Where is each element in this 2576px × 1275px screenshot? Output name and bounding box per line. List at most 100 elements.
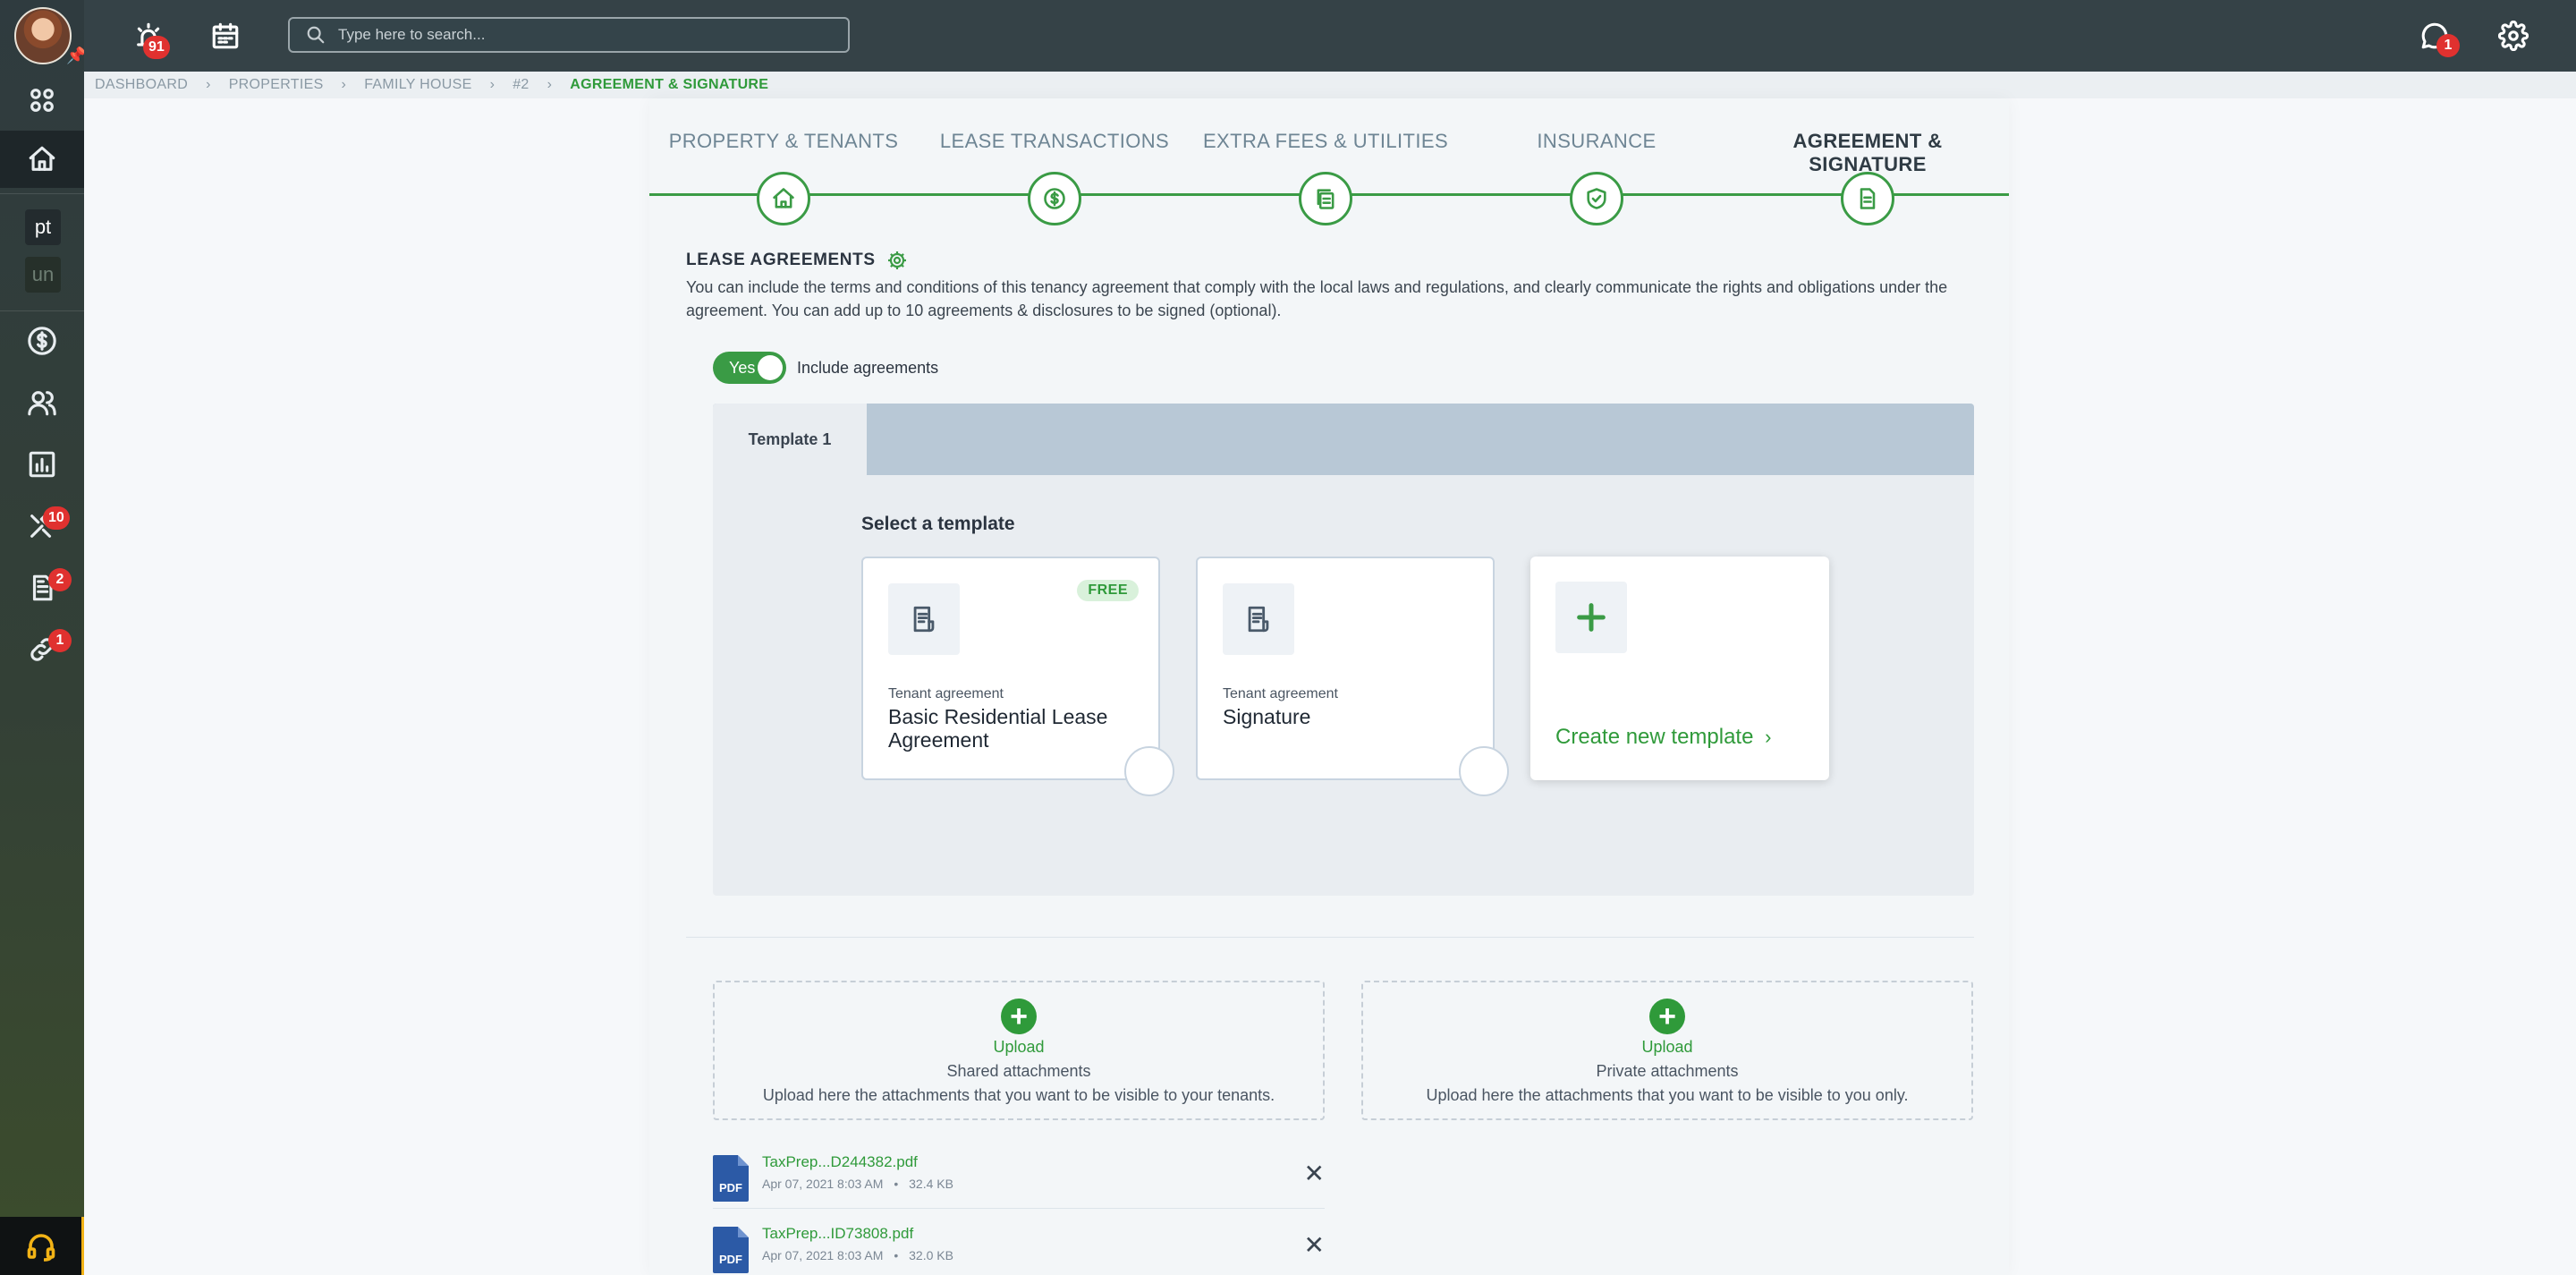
dot-separator: • xyxy=(894,1248,899,1262)
plus-icon xyxy=(1577,603,1606,632)
headset-icon xyxy=(27,1233,55,1262)
attachment-name[interactable]: TaxPrep...D244382.pdf xyxy=(762,1153,918,1171)
step-property-tenants[interactable] xyxy=(757,172,810,225)
template-panel: Template 1 Select a template FREE Tenant… xyxy=(713,404,1974,896)
attachment-date: Apr 07, 2021 8:03 AM xyxy=(762,1248,884,1262)
upload-description: Upload here the attachments that you wan… xyxy=(1426,1086,1909,1104)
free-badge: FREE xyxy=(1077,580,1139,601)
document-icon xyxy=(1860,188,1876,209)
step-property-tenants-label[interactable]: PROPERTY & TENANTS xyxy=(649,130,918,153)
alerts-badge: 91 xyxy=(143,36,170,59)
template-card-signature[interactable]: Tenant agreement Signature xyxy=(1196,557,1509,796)
lease-description: You can include the terms and conditions… xyxy=(686,278,1948,319)
attachment-divider xyxy=(713,1208,1325,1209)
step-insurance[interactable] xyxy=(1570,172,1623,225)
search-input[interactable] xyxy=(338,26,839,44)
gear-icon xyxy=(2498,21,2529,51)
step-lease-transactions-label[interactable]: LEASE TRANSACTIONS xyxy=(920,130,1189,153)
sidebar-item-documents[interactable] xyxy=(0,559,84,616)
include-agreements-toggle[interactable]: Yes xyxy=(713,352,786,384)
breadcrumb-family-house[interactable]: FAMILY HOUSE xyxy=(364,77,471,93)
chevron-right-icon: › xyxy=(341,77,347,92)
include-agreements-label: Include agreements xyxy=(797,358,939,377)
template-card-basic-lease[interactable]: FREE Tenant agreement Basic Residential … xyxy=(861,557,1174,796)
tools-badge: 10 xyxy=(43,506,70,530)
documents-badge: 2 xyxy=(48,568,72,591)
links-badge: 1 xyxy=(48,629,72,652)
template-radio[interactable] xyxy=(1459,746,1509,796)
create-template-card[interactable]: Create new template › xyxy=(1530,557,1829,780)
attachment-size: 32.4 KB xyxy=(909,1177,953,1191)
sidebar-item-links[interactable] xyxy=(0,621,84,678)
upload-plus-icon: + xyxy=(1649,999,1685,1034)
sidebar: 📌 pt un 10 2 1 xyxy=(0,0,86,1275)
settings-button[interactable] xyxy=(2494,16,2533,55)
sidebar-item-people[interactable] xyxy=(0,374,84,431)
upload-title: Shared attachments xyxy=(946,1062,1091,1080)
create-template-label: Create new template xyxy=(1555,725,1754,749)
tab-template-1[interactable]: Template 1 xyxy=(713,404,867,475)
breadcrumb-properties[interactable]: PROPERTIES xyxy=(229,77,324,93)
chevron-right-icon: › xyxy=(489,77,496,92)
step-extra-fees-label[interactable]: EXTRA FEES & UTILITIES xyxy=(1191,130,1460,153)
sidebar-item-reports[interactable] xyxy=(0,436,84,493)
upload-private-attachments[interactable]: + Upload Private attachments Upload here… xyxy=(1361,981,1973,1120)
gear-icon[interactable] xyxy=(886,250,908,271)
close-icon[interactable]: ✕ xyxy=(1304,1230,1325,1260)
template-tabs: Template 1 xyxy=(713,404,1974,475)
support-button[interactable] xyxy=(0,1217,84,1275)
upload-action: Upload xyxy=(993,1038,1045,1056)
attachment-name[interactable]: TaxPrep...ID73808.pdf xyxy=(762,1225,913,1243)
users-icon xyxy=(28,391,56,416)
chart-icon xyxy=(29,451,55,478)
template-radio[interactable] xyxy=(1124,746,1174,796)
plus-icon-box xyxy=(1555,582,1627,653)
topbar: 91 1 xyxy=(84,0,2576,72)
document-icon xyxy=(913,606,935,633)
step-extra-fees[interactable] xyxy=(1299,172,1352,225)
step-insurance-label[interactable]: INSURANCE xyxy=(1462,130,1731,153)
attachment-item: PDF TaxPrep...D244382.pdf Apr 07, 2021 8… xyxy=(713,1150,1325,1220)
template-name: Basic Residential Lease Agreement xyxy=(888,705,1108,752)
create-new-template-link[interactable]: Create new template › xyxy=(1555,725,1771,750)
sidebar-item-accounting[interactable] xyxy=(0,312,84,370)
shield-check-icon xyxy=(1587,188,1606,209)
pdf-file-icon: PDF xyxy=(713,1227,749,1273)
workspace-un[interactable]: un xyxy=(25,257,61,293)
workspace-pt[interactable]: pt xyxy=(25,209,61,245)
avatar[interactable] xyxy=(14,7,72,64)
dot-separator: • xyxy=(894,1177,899,1191)
breadcrumb-unit[interactable]: #2 xyxy=(513,77,529,93)
template-subtitle: Tenant agreement xyxy=(1223,686,1338,701)
sidebar-item-dashboard[interactable] xyxy=(0,72,84,129)
step-agreement-signature[interactable] xyxy=(1841,172,1894,225)
dollar-icon xyxy=(1044,188,1065,209)
upload-shared-attachments[interactable]: + Upload Shared attachments Upload here … xyxy=(713,981,1325,1120)
chevron-right-icon: › xyxy=(547,77,553,92)
chevron-right-icon: › xyxy=(206,77,211,92)
lease-agreements-heading: LEASE AGREEMENTS xyxy=(686,250,908,271)
sidebar-item-maintenance[interactable] xyxy=(0,497,84,555)
template-icon-box xyxy=(1223,583,1294,655)
template-name: Signature xyxy=(1223,705,1311,728)
select-template-label: Select a template xyxy=(861,514,1015,534)
breadcrumb: DASHBOARD › PROPERTIES › FAMILY HOUSE › … xyxy=(84,72,2576,98)
upload-action: Upload xyxy=(1641,1038,1693,1056)
sidebar-item-properties[interactable] xyxy=(0,131,84,188)
toggle-knob xyxy=(758,355,783,380)
dollar-circle-icon xyxy=(28,327,56,355)
calendar-button[interactable] xyxy=(206,16,245,55)
upload-title: Private attachments xyxy=(1596,1062,1739,1080)
step-lease-transactions[interactable] xyxy=(1028,172,1081,225)
breadcrumb-dashboard[interactable]: DASHBOARD xyxy=(95,77,188,93)
chevron-right-icon: › xyxy=(1765,726,1772,748)
close-icon[interactable]: ✕ xyxy=(1304,1159,1325,1188)
attachment-size: 32.0 KB xyxy=(909,1248,953,1262)
step-agreement-signature-label[interactable]: AGREEMENT & SIGNATURE xyxy=(1733,130,2002,176)
upload-plus-icon: + xyxy=(1001,999,1037,1034)
search-box[interactable] xyxy=(288,17,850,53)
search-icon xyxy=(307,26,325,44)
template-icon-box xyxy=(888,583,960,655)
include-agreements-row: Yes Include agreements xyxy=(713,352,938,384)
upload-description: Upload here the attachments that you wan… xyxy=(762,1086,1275,1104)
